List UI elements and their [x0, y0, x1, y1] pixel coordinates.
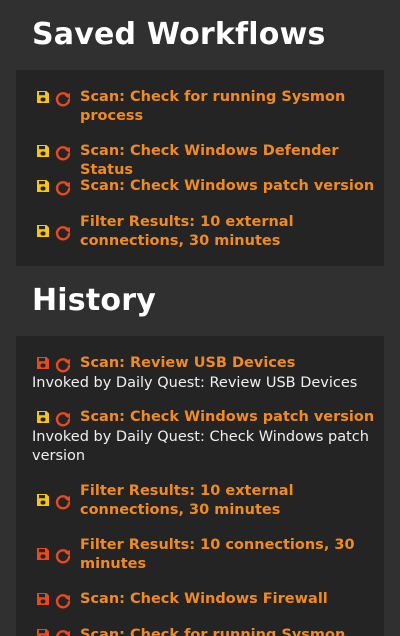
- floppy-disk-icon[interactable]: [36, 356, 50, 370]
- refresh-icon[interactable]: [54, 179, 72, 197]
- item-icons: [32, 493, 72, 511]
- saved-workflow-item: Filter Results: 10 external connections,…: [32, 213, 377, 251]
- saved-workflows-title: Saved Workflows: [32, 17, 326, 52]
- refresh-icon[interactable]: [54, 224, 72, 242]
- item-icons: [32, 144, 72, 162]
- item-icons: [32, 356, 72, 374]
- refresh-icon[interactable]: [54, 493, 72, 511]
- refresh-icon[interactable]: [54, 592, 72, 610]
- refresh-icon[interactable]: [54, 410, 72, 428]
- refresh-icon[interactable]: [54, 356, 72, 374]
- history-item: Scan: Check for running Sysmon: [32, 626, 377, 636]
- history-link[interactable]: Scan: Review USB Devices: [80, 354, 377, 373]
- history-panel: Scan: Review USB Devices Invoked by Dail…: [16, 336, 384, 636]
- history-item: Filter Results: 10 external connections,…: [32, 482, 377, 520]
- saved-workflow-item: Scan: Check for running Sysmon process: [32, 88, 377, 126]
- item-icons: [32, 410, 72, 428]
- invoked-by-text: Invoked by Daily Quest: Review USB Devic…: [32, 375, 358, 391]
- history-link[interactable]: Filter Results: 10 external connections,…: [80, 482, 377, 520]
- saved-workflow-link[interactable]: Scan: Check Windows patch version: [80, 177, 377, 196]
- saved-workflow-link[interactable]: Scan: Check Windows Defender Status: [80, 142, 377, 180]
- saved-workflow-link[interactable]: Filter Results: 10 external connections,…: [80, 213, 377, 251]
- floppy-disk-icon[interactable]: [36, 144, 50, 158]
- history-item: Scan: Check Windows Firewall: [32, 590, 377, 609]
- history-link[interactable]: Scan: Check Windows Firewall: [80, 590, 377, 609]
- floppy-disk-icon[interactable]: [36, 224, 50, 238]
- item-icons: [32, 592, 72, 610]
- floppy-disk-icon[interactable]: [36, 410, 50, 424]
- workflows-page: Saved Workflows Scan: Check for running …: [0, 0, 400, 636]
- floppy-disk-icon[interactable]: [36, 628, 50, 636]
- history-item: Scan: Check Windows patch version Invoke…: [32, 408, 377, 466]
- history-item: Scan: Review USB Devices Invoked by Dail…: [32, 354, 377, 393]
- history-link[interactable]: Scan: Check Windows patch version: [80, 408, 377, 427]
- history-item: Filter Results: 10 connections, 30 minut…: [32, 536, 377, 574]
- floppy-disk-icon[interactable]: [36, 493, 50, 507]
- saved-workflow-item: Scan: Check Windows Defender Status: [32, 142, 377, 180]
- history-link[interactable]: Filter Results: 10 connections, 30 minut…: [80, 536, 377, 574]
- floppy-disk-icon[interactable]: [36, 592, 50, 606]
- item-icons: [32, 179, 72, 197]
- history-title: History: [32, 283, 156, 318]
- refresh-icon[interactable]: [54, 547, 72, 565]
- refresh-icon[interactable]: [54, 144, 72, 162]
- refresh-icon[interactable]: [54, 628, 72, 636]
- item-icons: [32, 224, 72, 242]
- item-icons: [32, 547, 72, 565]
- item-icons: [32, 90, 72, 108]
- floppy-disk-icon[interactable]: [36, 547, 50, 561]
- saved-workflow-item: Scan: Check Windows patch version: [32, 177, 377, 196]
- refresh-icon[interactable]: [54, 90, 72, 108]
- saved-workflows-panel: Scan: Check for running Sysmon process S…: [16, 70, 384, 266]
- invoked-by-text: Invoked by Daily Quest: Check Windows pa…: [32, 429, 369, 464]
- history-link[interactable]: Scan: Check for running Sysmon: [80, 626, 377, 636]
- item-icons: [32, 628, 72, 636]
- saved-workflow-link[interactable]: Scan: Check for running Sysmon process: [80, 88, 377, 126]
- floppy-disk-icon[interactable]: [36, 179, 50, 193]
- floppy-disk-icon[interactable]: [36, 90, 50, 104]
